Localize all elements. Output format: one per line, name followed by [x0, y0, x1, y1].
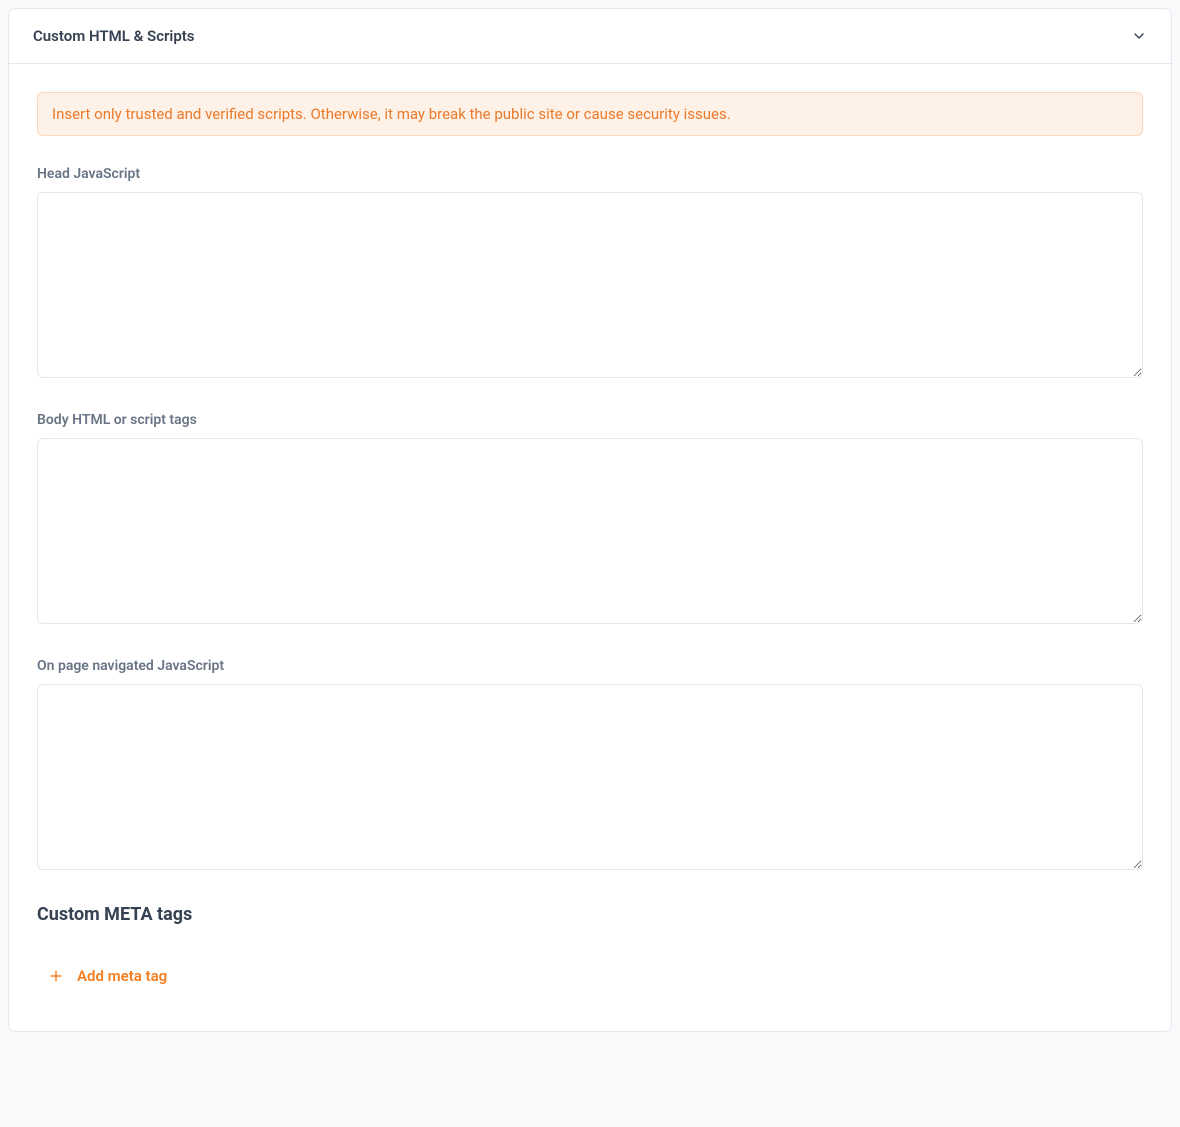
body-html-textarea[interactable] [37, 438, 1143, 624]
chevron-down-icon [1131, 28, 1147, 44]
field-group-head-js: Head JavaScript [37, 166, 1143, 382]
plus-icon [49, 969, 63, 983]
panel-body: Insert only trusted and verified scripts… [9, 64, 1171, 1031]
on-navigate-js-textarea[interactable] [37, 684, 1143, 870]
on-navigate-js-label: On page navigated JavaScript [37, 658, 1143, 674]
field-group-body-html: Body HTML or script tags [37, 412, 1143, 628]
body-html-label: Body HTML or script tags [37, 412, 1143, 428]
head-js-label: Head JavaScript [37, 166, 1143, 182]
head-js-textarea[interactable] [37, 192, 1143, 378]
custom-html-scripts-panel: Custom HTML & Scripts Insert only truste… [8, 8, 1172, 1032]
add-meta-tag-label: Add meta tag [77, 967, 167, 985]
add-meta-tag-button[interactable]: Add meta tag [37, 961, 179, 991]
warning-alert: Insert only trusted and verified scripts… [37, 92, 1143, 136]
panel-title: Custom HTML & Scripts [33, 27, 195, 45]
panel-header[interactable]: Custom HTML & Scripts [9, 9, 1171, 64]
field-group-on-navigate-js: On page navigated JavaScript [37, 658, 1143, 874]
meta-tags-title: Custom META tags [37, 904, 1143, 925]
